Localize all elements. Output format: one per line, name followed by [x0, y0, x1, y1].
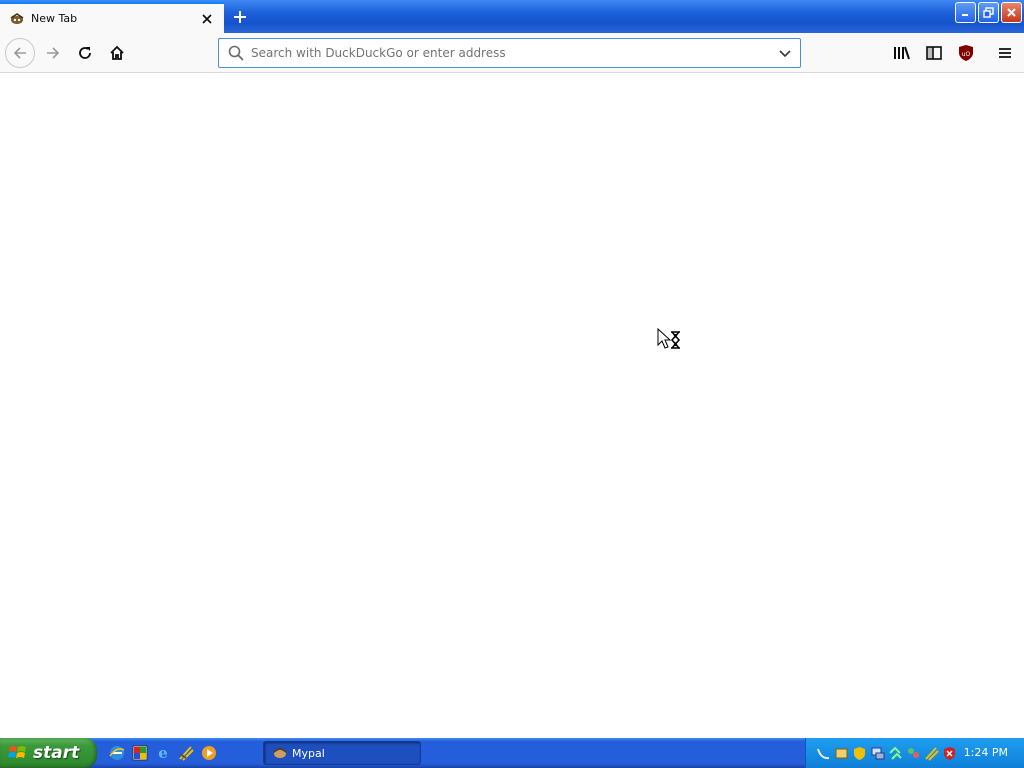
media-player-icon[interactable] [200, 744, 218, 762]
restore-button[interactable] [978, 2, 999, 23]
ie-icon[interactable]: e [154, 744, 172, 762]
computer-icon[interactable] [870, 746, 885, 761]
url-bar[interactable] [218, 38, 801, 68]
start-button[interactable]: start [0, 738, 97, 768]
start-label: start [33, 743, 80, 763]
navigation-toolbar: uO [0, 33, 1024, 73]
address-input[interactable] [251, 43, 776, 63]
close-window-button[interactable] [1001, 2, 1022, 23]
shield-icon[interactable] [852, 746, 867, 761]
internet-explorer-icon[interactable] [108, 744, 126, 762]
reload-icon [79, 47, 91, 59]
taskbar-item-label: Mypal [292, 746, 325, 760]
page-content[interactable] [0, 74, 1024, 738]
busy-cursor-icon [657, 328, 680, 349]
new-tab-button[interactable] [228, 5, 252, 29]
network-icon[interactable] [816, 746, 831, 761]
security-shield-icon[interactable] [834, 746, 849, 761]
menu-button[interactable] [990, 38, 1020, 68]
sidebar-icon [926, 46, 942, 60]
back-button[interactable] [5, 38, 35, 68]
mypal-favicon-icon [10, 12, 24, 24]
network-activity-icon[interactable] [888, 746, 903, 761]
ublock-icon: uO [959, 45, 973, 61]
screen: New Tab Search with DuckDuckGo or enter … [0, 0, 1024, 768]
winamp-tray-icon[interactable] [924, 746, 939, 761]
taskbar-clock: 1:24 PM [963, 746, 1008, 759]
home-icon [110, 45, 124, 60]
system-tray: 1:24 PM [805, 738, 1024, 768]
svg-text:uO: uO [962, 51, 971, 58]
people-icon[interactable] [906, 746, 921, 761]
ublock-button[interactable]: uO [951, 38, 981, 68]
minimize-icon [962, 14, 968, 16]
mypal-taskbar-icon [273, 747, 287, 758]
taskbar-item-mypal[interactable]: Mypal [263, 741, 421, 765]
hamburger-menu-icon [999, 48, 1011, 58]
forward-arrow-icon [47, 47, 60, 59]
windows-logo-icon [8, 746, 26, 758]
winamp-icon[interactable] [177, 744, 195, 762]
antivirus-icon[interactable] [942, 746, 957, 761]
library-icon [894, 46, 910, 60]
tab-new-tab[interactable]: New Tab [0, 2, 224, 33]
library-button[interactable] [887, 38, 917, 68]
back-arrow-icon [13, 47, 26, 59]
plus-icon [234, 11, 246, 23]
restore-icon [983, 7, 994, 18]
sidebar-button[interactable] [919, 38, 949, 68]
minimize-button[interactable] [955, 2, 976, 23]
reload-button[interactable] [70, 38, 100, 68]
forward-button[interactable] [38, 38, 68, 68]
chevron-down-icon[interactable] [776, 44, 794, 62]
home-button[interactable] [102, 38, 132, 68]
search-icon [228, 45, 244, 61]
close-tab-icon[interactable] [198, 10, 216, 28]
paint-icon[interactable] [131, 744, 149, 762]
taskbar: start e Mypal 1:24 PM [0, 738, 1024, 768]
close-icon [1007, 8, 1016, 17]
svg-text:e: e [158, 744, 168, 762]
title-bar: New Tab [0, 0, 1024, 33]
tab-title: New Tab [31, 12, 78, 25]
